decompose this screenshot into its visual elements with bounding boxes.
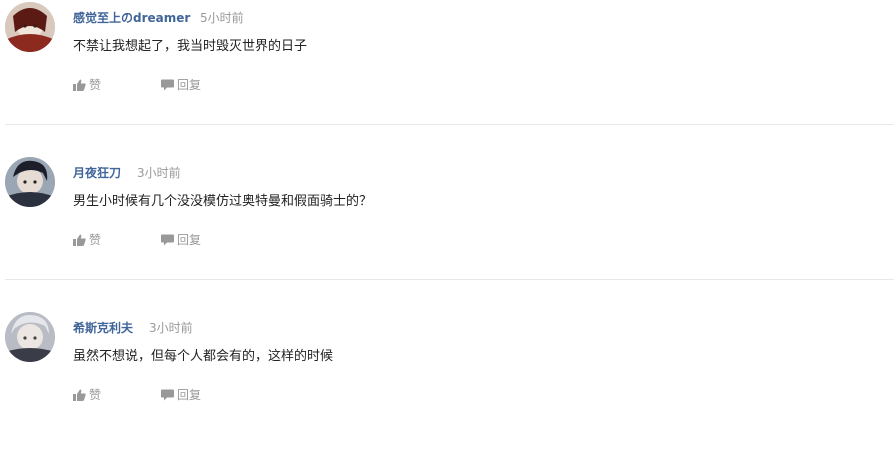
reply-label: 回复 xyxy=(177,388,202,402)
timestamp: 5小时前 xyxy=(200,11,244,25)
comment-item: 希斯克利夫 3小时前 虽然不想说，但每个人都会有的，这样的时候 赞 回复 xyxy=(0,310,894,465)
speech-bubble-icon xyxy=(161,389,174,401)
comment-text: 虽然不想说，但每个人都会有的，这样的时候 xyxy=(73,349,334,364)
thumbs-up-icon xyxy=(73,389,86,401)
like-label: 赞 xyxy=(89,233,102,247)
like-button[interactable]: 赞 xyxy=(73,387,101,403)
timestamp: 3小时前 xyxy=(149,321,193,335)
comment-item: 月夜狂刀 3小时前 男生小时候有几个没没模仿过奥特曼和假面骑士的？ 赞 回复 xyxy=(0,155,894,310)
timestamp: 3小时前 xyxy=(137,166,181,180)
reply-button[interactable]: 回复 xyxy=(161,77,201,93)
comment-text: 不禁让我想起了，我当时毁灭世界的日子 xyxy=(73,39,308,54)
thumbs-up-icon xyxy=(73,234,86,246)
divider xyxy=(5,279,894,280)
like-label: 赞 xyxy=(89,388,102,402)
avatar[interactable] xyxy=(5,2,55,52)
speech-bubble-icon xyxy=(161,234,174,246)
like-button[interactable]: 赞 xyxy=(73,77,101,93)
thumbs-up-icon xyxy=(73,79,86,91)
reply-button[interactable]: 回复 xyxy=(161,387,201,403)
like-label: 赞 xyxy=(89,78,102,92)
reply-label: 回复 xyxy=(177,233,202,247)
reply-button[interactable]: 回复 xyxy=(161,232,201,248)
username[interactable]: 感觉至上のdreamer xyxy=(73,10,190,26)
reply-label: 回复 xyxy=(177,78,202,92)
avatar[interactable] xyxy=(5,312,55,362)
speech-bubble-icon xyxy=(161,79,174,91)
username[interactable]: 月夜狂刀 xyxy=(73,165,121,181)
divider xyxy=(5,124,894,125)
like-button[interactable]: 赞 xyxy=(73,232,101,248)
comment-item: 感觉至上のdreamer 5小时前 不禁让我想起了，我当时毁灭世界的日子 赞 回… xyxy=(0,0,894,155)
comment-text: 男生小时候有几个没没模仿过奥特曼和假面骑士的？ xyxy=(73,194,373,209)
avatar[interactable] xyxy=(5,157,55,207)
username[interactable]: 希斯克利夫 xyxy=(73,320,133,336)
